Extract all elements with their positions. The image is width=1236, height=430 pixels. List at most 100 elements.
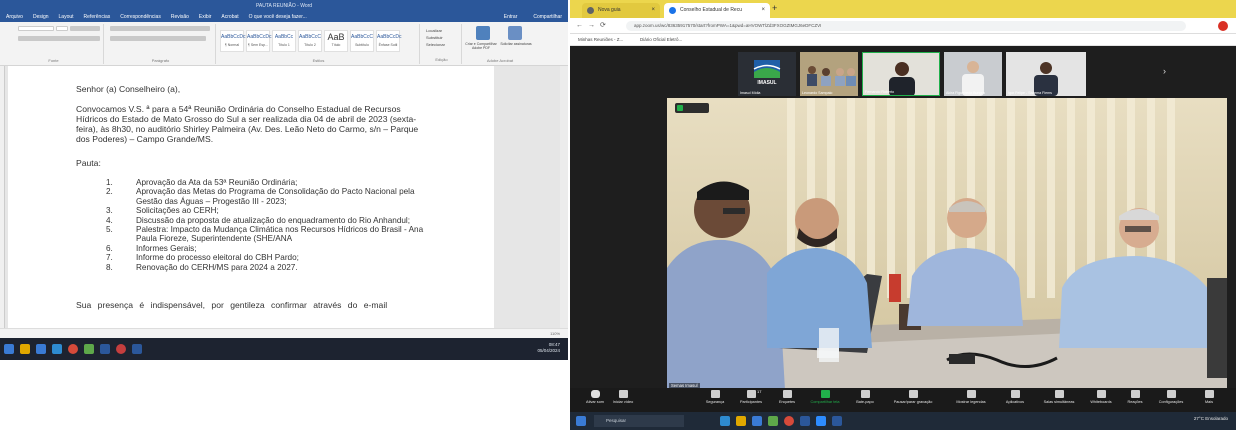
doc-pauta-label: Pauta: (76, 158, 101, 168)
document-page[interactable]: Senhor (a) Conselheiro (a), Convocamos V… (8, 66, 494, 328)
taskbar-search-label: Pesquisar (606, 418, 627, 423)
ribbon-caption-font: Fonte (48, 58, 59, 63)
start-icon[interactable] (576, 416, 586, 426)
participant-tile[interactable]: Igor Felipe - Sistema Fiems (1006, 52, 1086, 96)
main-video[interactable]: Semas Imasul (667, 98, 1227, 390)
participant-tile[interactable]: Fernando Roberto (862, 52, 940, 96)
menu-mailings[interactable]: Correspondências (120, 14, 161, 20)
doc-closing: Sua presença é indispensável, por gentil… (76, 300, 388, 311)
start-video-button[interactable]: Iniciar vídeo (598, 390, 648, 404)
participants-icon (746, 390, 756, 398)
word-icon[interactable] (100, 344, 110, 354)
tab-new-tab[interactable]: Nova guia × (582, 3, 660, 18)
reactions-icon (1130, 390, 1140, 398)
whiteboard-icon (1096, 390, 1106, 398)
chrome-icon[interactable] (784, 416, 794, 426)
profile-avatar[interactable] (1218, 21, 1228, 31)
gallery-next-icon[interactable]: › (1163, 66, 1166, 76)
participant-tile[interactable]: IMASUL Imasul Mídia (738, 52, 796, 96)
tell-me-search[interactable]: O que você deseja fazer... (249, 14, 307, 20)
app-icon[interactable] (832, 416, 842, 426)
menu-file[interactable]: Arquivo (6, 14, 23, 20)
request-signature-icon[interactable] (508, 26, 522, 40)
edge-icon[interactable] (720, 416, 730, 426)
style-title[interactable]: AaB Título (324, 30, 348, 52)
zoom-icon[interactable] (816, 416, 826, 426)
mail-icon[interactable] (752, 416, 762, 426)
word-icon[interactable] (800, 416, 810, 426)
style-heading-1[interactable]: AaBbCc Título 1 (272, 30, 296, 52)
address-bar[interactable]: app.zoom.us/wc/83635917570/start?fromPWA… (626, 21, 1186, 31)
font-name-select[interactable] (18, 26, 54, 31)
word-window: PAUTA REUNIÃO - Word Arquivo Design Layo… (0, 0, 568, 360)
list-item: 2. Aprovação das Metas do Programa de Con… (106, 187, 415, 206)
menu-design[interactable]: Design (33, 14, 49, 20)
more-button[interactable]: Mais (1184, 390, 1234, 404)
tab-close-icon[interactable]: × (761, 3, 765, 18)
menu-view[interactable]: Exibir (199, 14, 212, 20)
create-pdf-icon[interactable] (476, 26, 490, 40)
request-signature-label: Solicitar assinaturas (500, 42, 532, 46)
style-no-spacing[interactable]: AaBbCcDc ¶ Sem Esp... (246, 30, 271, 52)
bookmark-item[interactable]: Diário Oficial Eletrô... (640, 34, 682, 46)
style-heading-2[interactable]: AaBbCcC Título 2 (298, 30, 322, 52)
style-subtitle[interactable]: AaBbCcC Subtítulo (350, 30, 374, 52)
imasul-logo-icon (753, 60, 781, 78)
share-button[interactable]: Compartilhar (533, 14, 562, 20)
font-format-buttons[interactable] (18, 36, 100, 41)
taskbar-right: Pesquisar 27°C Ensolarado (570, 412, 1236, 430)
menu-layout[interactable]: Layout (59, 14, 74, 20)
app-icon[interactable] (132, 344, 142, 354)
document-scrollbar[interactable] (560, 66, 568, 328)
sign-in-link[interactable]: Entrar (504, 14, 518, 20)
ribbon-group-font: Fonte (4, 24, 104, 64)
weather-widget[interactable]: 27°C Ensolarado (1194, 416, 1228, 421)
file-explorer-icon[interactable] (20, 344, 30, 354)
alignment-buttons[interactable] (110, 36, 206, 41)
polls-icon (782, 390, 792, 398)
mail-icon[interactable] (36, 344, 46, 354)
chat-icon (860, 390, 870, 398)
menu-review[interactable]: Revisão (171, 14, 189, 20)
tab-favicon-icon (587, 7, 594, 14)
new-tab-icon[interactable]: + (772, 3, 777, 13)
chrome-icon[interactable] (68, 344, 78, 354)
word-ribbon: Fonte Parágrafo AaBbCcDc ¶ Normal AaBbCcD… (0, 22, 568, 66)
pause-stop-recording-button[interactable]: Pausar/parar gravação (888, 390, 938, 404)
participant-tile[interactable]: Akira Figueiredo Bungra (944, 52, 1002, 96)
menu-references[interactable]: Referências (84, 14, 111, 20)
captions-icon (966, 390, 976, 398)
list-buttons[interactable] (110, 26, 210, 31)
menu-acrobat[interactable]: Acrobat (221, 14, 238, 20)
style-normal[interactable]: AaBbCcDc ¶ Normal (220, 30, 245, 52)
find-button[interactable]: Localizar (426, 27, 461, 34)
chat-button[interactable]: Bate-papo (840, 390, 890, 404)
participant-tile[interactable]: Leonardo Sampaio (800, 52, 858, 96)
app-icon[interactable] (84, 344, 94, 354)
taskbar-search[interactable]: Pesquisar (594, 415, 684, 427)
screen: PAUTA REUNIÃO - Word Arquivo Design Layo… (0, 0, 1236, 430)
start-icon[interactable] (4, 344, 14, 354)
ribbon-caption-paragraph: Parágrafo (151, 58, 170, 63)
tab-close-icon[interactable]: × (651, 3, 655, 18)
list-item: 5. Palestra: Impacto da Mudança Climática… (106, 225, 424, 244)
edge-icon[interactable] (52, 344, 62, 354)
font-grow-shrink-buttons[interactable] (70, 26, 100, 31)
tab-favicon-icon (669, 7, 676, 14)
show-captions-button[interactable]: Mostrar legendas (946, 390, 996, 404)
apps-button[interactable]: Aplicativos (990, 390, 1040, 404)
bookmarks-bar: Minhas Reuniões - Z... Diário Oficial El… (570, 34, 1236, 46)
select-button[interactable]: Selecionar (426, 41, 461, 48)
bookmark-item[interactable]: Minhas Reuniões - Z... (578, 34, 623, 46)
app-icon[interactable] (116, 344, 126, 354)
nav-buttons[interactable]: ←→⟳ (576, 21, 611, 29)
app-icon[interactable] (768, 416, 778, 426)
file-explorer-icon[interactable] (736, 416, 746, 426)
style-subtle-emphasis[interactable]: AaBbCcDc Ênfase Sutil (376, 30, 401, 52)
tab-zoom-meeting[interactable]: Conselho Estadual de Recu × (664, 3, 770, 18)
list-item: 7. Informe do processo eleitoral do CBH P… (106, 253, 299, 263)
audio-indicator (675, 103, 709, 113)
ribbon-group-paragraph: Parágrafo (106, 24, 216, 64)
font-size-select[interactable] (56, 26, 68, 31)
replace-button[interactable]: Substituir (426, 34, 461, 41)
